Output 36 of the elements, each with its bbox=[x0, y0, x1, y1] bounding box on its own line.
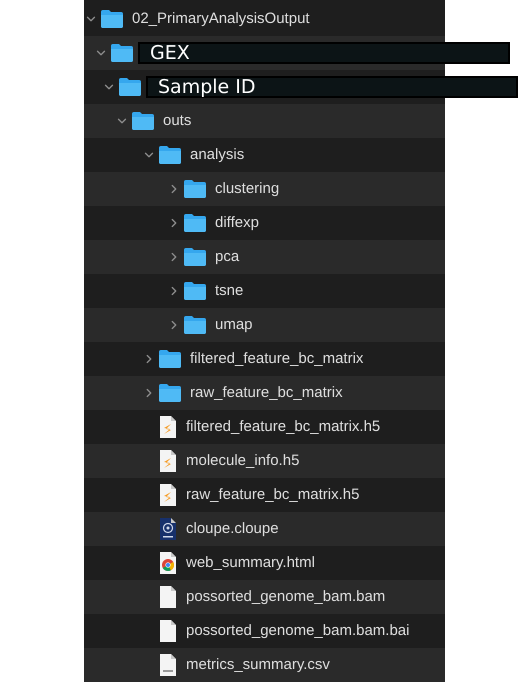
document-icon bbox=[158, 585, 178, 609]
script-file-icon bbox=[158, 449, 178, 473]
folder-name[interactable]: 02_PrimaryAnalysisOutput bbox=[132, 8, 310, 30]
script-file-icon bbox=[158, 415, 178, 439]
document-icon bbox=[158, 619, 178, 643]
folder-name[interactable]: diffexp bbox=[215, 212, 259, 234]
folder-name[interactable]: filtered_feature_bc_matrix bbox=[190, 348, 364, 370]
folder-icon bbox=[118, 77, 142, 97]
folder-icon bbox=[158, 383, 182, 403]
chrome-file-icon bbox=[158, 551, 178, 575]
folder-name[interactable]: clustering bbox=[215, 178, 280, 200]
folder-icon bbox=[183, 247, 207, 267]
csv-file-icon bbox=[158, 653, 178, 677]
folder-name[interactable]: outs bbox=[163, 110, 192, 132]
file-name[interactable]: possorted_genome_bam.bam.bai bbox=[186, 620, 410, 642]
folder-icon bbox=[158, 145, 182, 165]
folder-name[interactable]: analysis bbox=[190, 144, 244, 166]
folder-icon bbox=[183, 315, 207, 335]
folder-icon bbox=[158, 349, 182, 369]
folder-name[interactable]: pca bbox=[215, 246, 240, 268]
folder-icon bbox=[100, 9, 124, 29]
folder-icon bbox=[183, 179, 207, 199]
redaction-bar: Sample ID bbox=[146, 76, 518, 98]
file-name[interactable]: filtered_feature_bc_matrix.h5 bbox=[186, 416, 380, 438]
folder-icon bbox=[110, 43, 134, 63]
file-name[interactable]: raw_feature_bc_matrix.h5 bbox=[186, 484, 360, 506]
script-file-icon bbox=[158, 483, 178, 507]
folder-name[interactable]: umap bbox=[215, 314, 253, 336]
folder-icon bbox=[183, 213, 207, 233]
folder-name[interactable]: tsne bbox=[215, 280, 244, 302]
folder-icon bbox=[183, 281, 207, 301]
redaction-bar: GEX bbox=[138, 42, 510, 64]
folder-icon bbox=[131, 111, 155, 131]
file-name[interactable]: web_summary.html bbox=[186, 552, 315, 574]
file-name[interactable]: cloupe.cloupe bbox=[186, 518, 279, 540]
cloupe-file-icon bbox=[158, 517, 178, 541]
